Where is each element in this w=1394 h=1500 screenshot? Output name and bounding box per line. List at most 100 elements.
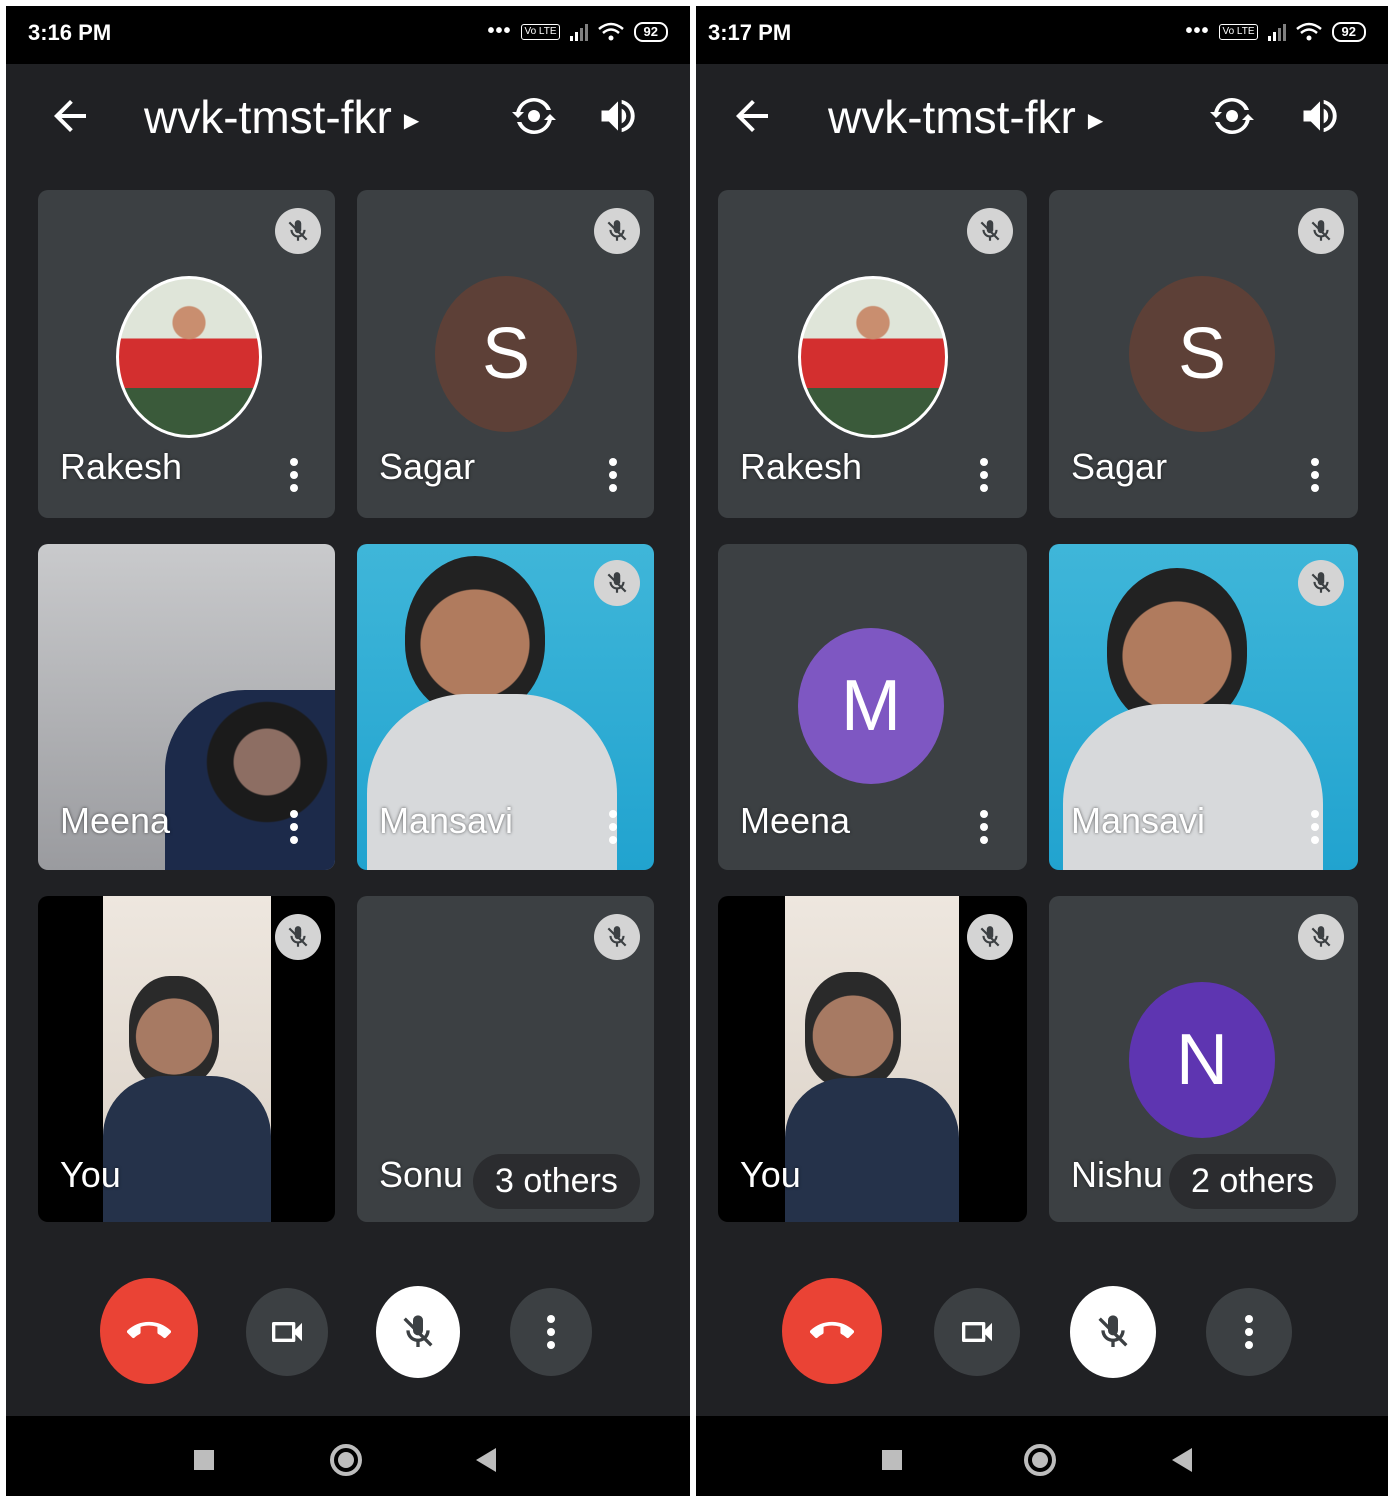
- back-arrow-icon[interactable]: [46, 92, 94, 140]
- caret-right-icon: ▶: [403, 110, 420, 133]
- more-options-button[interactable]: [1206, 1288, 1292, 1376]
- caret-right-icon: ▶: [1087, 110, 1104, 133]
- phone-screen-right: 3:17 PM ••• Vo LTE 92 wvk-tmst-fkr ▶ Rake…: [696, 6, 1388, 1496]
- participant-name: Sagar: [379, 446, 476, 487]
- participant-name: Meena: [60, 800, 171, 841]
- video-feed-self: [103, 896, 271, 1222]
- mic-off-icon: [1098, 1315, 1128, 1347]
- nav-back-icon[interactable]: [476, 1448, 496, 1472]
- camera-toggle-button[interactable]: [934, 1288, 1020, 1376]
- mic-off-icon: [967, 208, 1013, 254]
- participant-name: Nishu: [1071, 1154, 1164, 1195]
- signal-icon: [569, 23, 588, 41]
- switch-camera-icon[interactable]: [510, 92, 558, 140]
- more-options-button[interactable]: [510, 1288, 592, 1376]
- participant-tile-rakesh[interactable]: Rakesh: [718, 190, 1027, 518]
- participant-tile-mansavi[interactable]: Mansavi: [357, 544, 654, 870]
- status-bar: 3:17 PM ••• Vo LTE 92: [696, 6, 1388, 64]
- more-vert-icon[interactable]: [609, 458, 617, 492]
- mic-off-icon: [967, 914, 1013, 960]
- notification-dots-icon: •••: [487, 20, 512, 42]
- participant-tile-sagar[interactable]: S Sagar: [1049, 190, 1358, 518]
- status-time: 3:17 PM: [708, 20, 792, 45]
- back-arrow-icon[interactable]: [728, 92, 776, 140]
- home-icon[interactable]: [330, 1444, 362, 1476]
- mic-off-icon: [1298, 208, 1344, 254]
- video-feed-self: [785, 896, 959, 1222]
- status-icons: ••• Vo LTE 92: [487, 20, 668, 43]
- more-vert-icon[interactable]: [980, 458, 988, 492]
- system-nav-bar: [696, 1416, 1388, 1496]
- more-vert-icon: [1245, 1315, 1253, 1349]
- recents-icon[interactable]: [882, 1450, 902, 1470]
- more-vert-icon[interactable]: [290, 810, 298, 844]
- phone-screen-left: 3:16 PM ••• Vo LTE 92 wvk-tmst-fkr ▶ Rake…: [6, 6, 690, 1496]
- status-time: 3:16 PM: [28, 20, 112, 45]
- participant-tile-nishu-others[interactable]: N Nishu 2 others: [1049, 896, 1358, 1222]
- end-call-icon: [127, 1321, 171, 1339]
- participant-name: Meena: [740, 800, 851, 841]
- more-vert-icon[interactable]: [1311, 458, 1319, 492]
- call-controls: [6, 1278, 690, 1388]
- wifi-icon: [597, 22, 624, 40]
- camera-toggle-button[interactable]: [246, 1288, 328, 1376]
- participant-tile-meena[interactable]: Meena: [38, 544, 335, 870]
- more-vert-icon[interactable]: [1311, 810, 1319, 844]
- meeting-toolbar: wvk-tmst-fkr ▶: [6, 64, 690, 174]
- notification-dots-icon: •••: [1185, 20, 1210, 42]
- home-icon[interactable]: [1024, 1444, 1056, 1476]
- meeting-code-title[interactable]: wvk-tmst-fkr ▶: [828, 90, 1103, 144]
- others-count-pill[interactable]: 3 others: [473, 1154, 640, 1209]
- battery-icon: 92: [1331, 21, 1366, 42]
- participant-tile-mansavi[interactable]: Mansavi: [1049, 544, 1358, 870]
- participant-name: Rakesh: [60, 446, 183, 487]
- participant-tile-sagar[interactable]: S Sagar: [357, 190, 654, 518]
- recents-icon[interactable]: [194, 1450, 214, 1470]
- battery-icon: 92: [633, 21, 668, 42]
- others-count-pill[interactable]: 2 others: [1169, 1154, 1336, 1209]
- more-vert-icon[interactable]: [980, 810, 988, 844]
- status-bar: 3:16 PM ••• Vo LTE 92: [6, 6, 690, 64]
- nav-back-icon[interactable]: [1172, 1448, 1192, 1472]
- meeting-code-title[interactable]: wvk-tmst-fkr ▶: [144, 90, 419, 144]
- avatar-initial: M: [798, 628, 944, 784]
- video-feed-meena: [165, 690, 335, 870]
- signal-icon: [1267, 23, 1286, 41]
- system-nav-bar: [6, 1416, 690, 1496]
- end-call-button[interactable]: [782, 1278, 882, 1384]
- more-vert-icon[interactable]: [609, 810, 617, 844]
- mic-off-icon: [594, 560, 640, 606]
- end-call-icon: [810, 1321, 854, 1339]
- mic-off-icon: [594, 914, 640, 960]
- mic-toggle-button[interactable]: [376, 1286, 460, 1378]
- avatar-rakesh-photo: [798, 276, 948, 438]
- camera-icon: [962, 1322, 992, 1342]
- mic-off-icon: [275, 208, 321, 254]
- more-vert-icon[interactable]: [290, 458, 298, 492]
- speaker-icon[interactable]: [1298, 94, 1342, 138]
- participant-tile-you[interactable]: You: [38, 896, 335, 1222]
- participant-name: You: [60, 1154, 121, 1195]
- participant-name: Rakesh: [740, 446, 863, 487]
- meeting-toolbar: wvk-tmst-fkr ▶: [696, 64, 1388, 174]
- more-vert-icon: [547, 1315, 555, 1349]
- wifi-icon: [1295, 22, 1322, 40]
- participant-tile-rakesh[interactable]: Rakesh: [38, 190, 335, 518]
- participant-tile-sonu-others[interactable]: Sonu 3 others: [357, 896, 654, 1222]
- participant-tile-meena[interactable]: M Meena: [718, 544, 1027, 870]
- volte-icon: Vo LTE: [521, 23, 560, 40]
- call-controls: [696, 1278, 1388, 1388]
- participant-name: Mansavi: [1071, 800, 1206, 841]
- switch-camera-icon[interactable]: [1208, 92, 1256, 140]
- video-feed-mansavi-face: [405, 556, 545, 716]
- mic-toggle-button[interactable]: [1070, 1286, 1156, 1378]
- avatar-initial: N: [1129, 982, 1275, 1138]
- status-icons: ••• Vo LTE 92: [1185, 20, 1366, 43]
- participant-tile-you[interactable]: You: [718, 896, 1027, 1222]
- participant-name: Mansavi: [379, 800, 514, 841]
- end-call-button[interactable]: [100, 1278, 198, 1384]
- participant-name: You: [740, 1154, 801, 1195]
- speaker-icon[interactable]: [596, 94, 640, 138]
- volte-icon: Vo LTE: [1219, 23, 1258, 40]
- mic-off-icon: [594, 208, 640, 254]
